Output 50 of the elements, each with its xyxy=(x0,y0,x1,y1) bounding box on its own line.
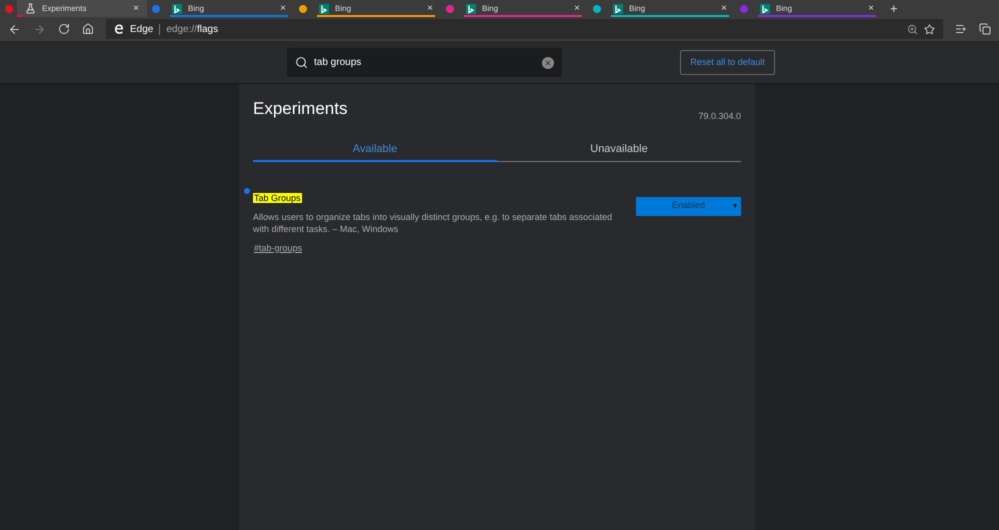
refresh-icon[interactable] xyxy=(58,23,70,35)
close-tab-button[interactable]: × xyxy=(721,4,727,14)
address-bar[interactable]: Edge edge://flags xyxy=(106,19,943,39)
page-title: Experiments xyxy=(253,98,348,120)
flask-icon xyxy=(25,3,36,14)
collections-icon[interactable] xyxy=(979,23,991,35)
close-tab-button[interactable]: × xyxy=(133,4,139,14)
experiment-name: Tab Groups xyxy=(253,192,302,202)
tab-title: Bing xyxy=(629,2,646,14)
new-tab-button[interactable]: + xyxy=(888,0,900,17)
tab-title: Bing xyxy=(188,2,206,14)
bing-logo-icon xyxy=(172,4,182,14)
tab-title: Bing xyxy=(335,2,352,14)
browser-tab[interactable]: Bing × xyxy=(458,0,588,17)
edge-logo-icon xyxy=(114,24,124,34)
browser-tab[interactable]: Bing × xyxy=(752,0,882,17)
view-tab[interactable]: Available xyxy=(253,140,497,162)
browser-tab[interactable]: Bing × xyxy=(164,0,294,17)
browser-tab[interactable]: Bing × xyxy=(605,0,735,17)
url-text: edge://flags xyxy=(166,22,220,36)
back-icon[interactable] xyxy=(8,22,21,36)
site-label: Edge xyxy=(130,22,154,36)
close-tab-button[interactable]: × xyxy=(427,4,433,14)
star-icon[interactable] xyxy=(924,24,935,34)
home-icon[interactable] xyxy=(82,23,94,35)
bing-logo-icon xyxy=(760,4,770,14)
search-value: tab groups xyxy=(314,56,362,70)
view-tab[interactable]: Unavailable xyxy=(497,140,741,162)
favorites-icon[interactable] xyxy=(955,23,967,35)
bing-logo-icon xyxy=(466,4,476,14)
browser-tab[interactable]: Bing × xyxy=(311,0,441,17)
bing-logo-icon xyxy=(613,4,623,14)
close-tab-button[interactable]: × xyxy=(280,4,286,14)
tab-title: Bing xyxy=(482,2,500,14)
browser-tab[interactable]: Experiments × xyxy=(17,0,147,17)
tab-title: Experiments xyxy=(42,2,88,14)
clear-search-icon[interactable] xyxy=(542,56,554,68)
dropdown-caret-icon xyxy=(733,204,737,208)
reset-button[interactable]: Reset all to default xyxy=(680,50,775,75)
tab-title: Bing xyxy=(776,2,794,14)
forward-icon[interactable] xyxy=(33,22,46,36)
close-tab-button[interactable]: × xyxy=(868,4,874,14)
experiment-description: Allows users to organize tabs into visually distinct groups, e.g. to separate tabs associated with different tasks. – Mac, Windows xyxy=(253,210,614,234)
search-field[interactable]: tab groups xyxy=(287,48,562,77)
experiment-link[interactable]: #tab-groups xyxy=(254,242,302,255)
version-text: 79.0.304.0 xyxy=(698,110,741,123)
search-icon xyxy=(295,56,308,69)
close-tab-button[interactable]: × xyxy=(574,4,580,14)
bing-logo-icon xyxy=(319,4,329,14)
zoom-icon[interactable] xyxy=(907,24,918,34)
